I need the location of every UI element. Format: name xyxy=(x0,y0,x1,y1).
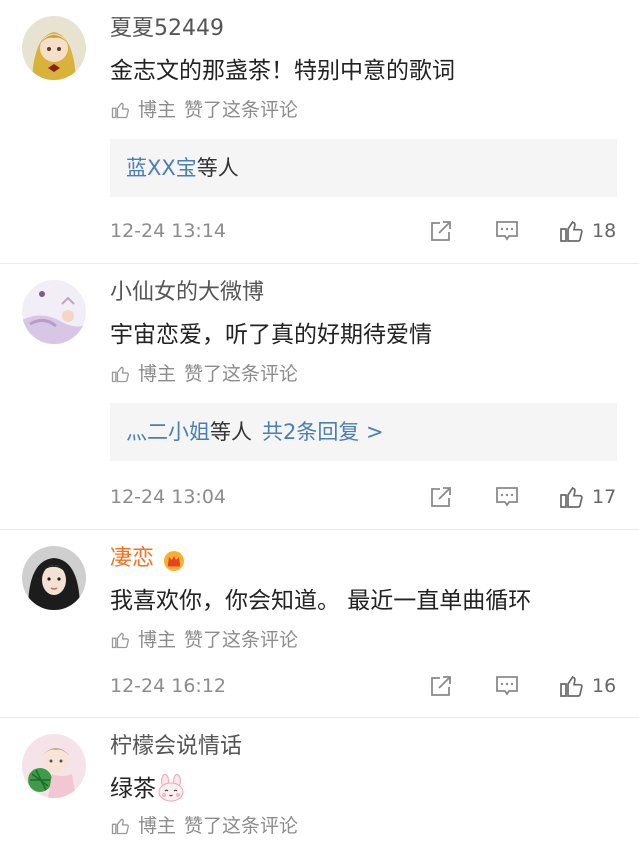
liked-text: 赞了这条评论 xyxy=(184,99,299,121)
thumb-up-icon xyxy=(111,102,129,119)
reply-icon xyxy=(496,676,518,696)
avatar[interactable] xyxy=(22,734,86,798)
share-button[interactable] xyxy=(428,483,454,511)
comment-text: 绿茶 xyxy=(110,774,186,804)
like-count: 16 xyxy=(592,675,617,697)
share-button[interactable] xyxy=(428,217,454,245)
comment-footer: 12-24 13:04 17 xyxy=(0,483,639,513)
comment-item: 夏夏52449 金志文的那盏茶！特别中意的歌词 博主 赞了这条评论 蓝XX宝等人… xyxy=(0,0,639,264)
username[interactable]: 柠檬会说情话 xyxy=(110,732,242,762)
like-icon xyxy=(560,220,583,242)
username[interactable]: 凄恋 xyxy=(110,544,154,574)
author-liked-row: 博主 赞了这条评论 xyxy=(110,362,298,386)
comment-item: 小仙女的大微博 宇宙恋爱，听了真的好期待爱情 博主 赞了这条评论 灬二小姐等人共… xyxy=(0,264,639,530)
thumb-up-icon xyxy=(111,818,129,835)
liked-text: 赞了这条评论 xyxy=(184,363,299,385)
avatar[interactable] xyxy=(22,280,86,344)
username[interactable]: 小仙女的大微博 xyxy=(110,278,264,308)
comment-text: 金志文的那盏茶！特别中意的歌词 xyxy=(110,58,455,84)
view-replies-link[interactable]: 共2条回复 > xyxy=(262,420,384,444)
reply-suffix: 等人 xyxy=(196,156,239,180)
share-icon xyxy=(431,221,451,241)
comment-text-content: 绿茶 xyxy=(110,776,156,802)
reply-preview[interactable]: 蓝XX宝等人 xyxy=(110,139,617,197)
avatar[interactable] xyxy=(22,16,86,80)
like-count: 17 xyxy=(592,486,617,508)
liked-text: 赞了这条评论 xyxy=(184,629,299,651)
author-liked-row: 博主 赞了这条评论 xyxy=(110,814,298,838)
comment-footer: 12-24 16:12 16 xyxy=(0,672,639,702)
username[interactable]: 夏夏52449 xyxy=(110,14,224,44)
comment-item: 凄恋 我喜欢你，你会知道。 最近一直单曲循环 博主 赞了这条评论 12-24 1… xyxy=(0,530,639,718)
share-icon xyxy=(431,676,451,696)
liked-by-author: 博主 xyxy=(138,629,177,651)
author-liked-row: 博主 赞了这条评论 xyxy=(110,98,298,122)
avatar[interactable] xyxy=(22,546,86,610)
like-icon xyxy=(560,675,583,697)
comment-text: 宇宙恋爱，听了真的好期待爱情 xyxy=(110,322,432,348)
comment-footer: 12-24 13:14 18 xyxy=(0,217,639,247)
comment-item: 柠檬会说情话 绿茶 博主 赞了这条评论 xyxy=(0,718,639,857)
reply-icon xyxy=(496,221,518,241)
comment-text: 我喜欢你，你会知道。 最近一直单曲循环 xyxy=(110,588,532,614)
share-button[interactable] xyxy=(428,672,454,700)
reply-icon xyxy=(496,487,518,507)
thumb-up-icon xyxy=(111,632,129,649)
timestamp: 12-24 16:12 xyxy=(110,675,227,697)
timestamp: 12-24 13:04 xyxy=(110,486,227,508)
share-icon xyxy=(431,487,451,507)
author-liked-row: 博主 赞了这条评论 xyxy=(110,628,298,652)
liked-text: 赞了这条评论 xyxy=(184,815,299,837)
reply-suffix: 等人 xyxy=(210,420,252,444)
thumb-up-icon xyxy=(111,366,129,383)
like-button[interactable]: 18 xyxy=(558,217,616,245)
vip-crown-icon xyxy=(164,551,184,571)
reply-button[interactable] xyxy=(494,217,520,245)
liked-by-author: 博主 xyxy=(138,363,177,385)
like-button[interactable]: 17 xyxy=(558,483,616,511)
like-button[interactable]: 16 xyxy=(558,672,616,700)
reply-author-link[interactable]: 灬二小姐 xyxy=(126,420,210,444)
bunny-emoji-icon xyxy=(158,774,184,802)
liked-by-author: 博主 xyxy=(138,99,177,121)
liked-by-author: 博主 xyxy=(138,815,177,837)
reply-button[interactable] xyxy=(494,672,520,700)
reply-preview[interactable]: 灬二小姐等人 共2条回复 > xyxy=(110,403,617,461)
like-icon xyxy=(560,486,583,508)
reply-author-link[interactable]: 蓝XX宝 xyxy=(126,156,197,180)
timestamp: 12-24 13:14 xyxy=(110,220,227,242)
like-count: 18 xyxy=(592,220,617,242)
reply-button[interactable] xyxy=(494,483,520,511)
